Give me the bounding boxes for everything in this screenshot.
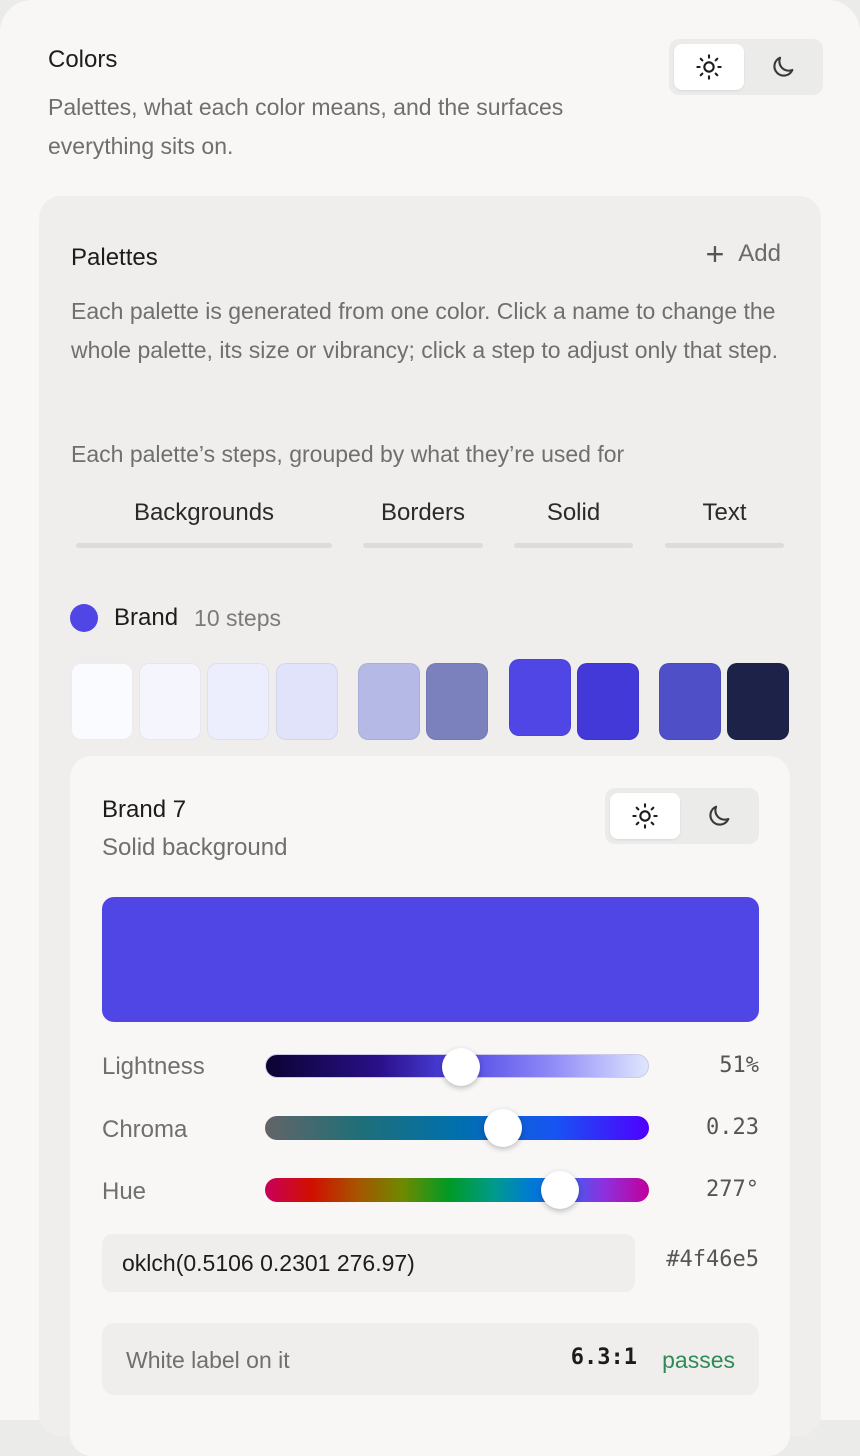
group-label-borders: Borders	[380, 499, 466, 526]
add-palette-button[interactable]: + Add	[705, 236, 781, 272]
brand-swatch-step-4[interactable]	[276, 663, 338, 740]
contrast-status: passes	[662, 1347, 735, 1373]
group-label-solid: Solid	[546, 499, 601, 526]
add-label: Add	[738, 240, 781, 267]
lightness-slider-thumb[interactable]	[441, 1048, 480, 1086]
group-bar-text	[665, 543, 784, 548]
lightness-value: 51%	[719, 1053, 759, 1078]
hue-slider[interactable]	[265, 1171, 649, 1209]
group-label-text: Text	[702, 499, 747, 526]
moon-icon	[709, 805, 730, 826]
hue-label: Hue	[102, 1178, 147, 1205]
group-label-backgrounds: Backgrounds	[133, 499, 275, 526]
hue-slider-thumb[interactable]	[541, 1171, 580, 1209]
plus-icon: +	[705, 236, 725, 272]
dark-mode-button[interactable]	[748, 44, 818, 90]
color-preview	[102, 897, 759, 1022]
group-bar-solid	[514, 543, 633, 548]
light-mode-button[interactable]	[674, 44, 744, 90]
brand-steps-count: 10 steps	[194, 604, 281, 631]
brand-swatch-step-9[interactable]	[659, 663, 721, 740]
lightness-slider[interactable]	[265, 1048, 649, 1086]
brand-swatch-step-6[interactable]	[426, 663, 488, 740]
page-subtitle: Palettes, what each color means, and the…	[48, 94, 564, 159]
group-bar-borders	[363, 543, 483, 548]
palettes-title: Palettes	[71, 244, 158, 271]
brand-swatch-step-8[interactable]	[577, 663, 639, 740]
brand-swatch-step-10[interactable]	[727, 663, 789, 740]
brand-palette-header[interactable]: Brand 10 steps	[70, 604, 281, 632]
group-bar-backgrounds	[76, 543, 332, 548]
groups-caption: Each palette’s steps, grouped by what th…	[71, 441, 625, 467]
brand-color-dot	[70, 604, 98, 632]
sun-icon	[696, 54, 722, 80]
contrast-ratio: 6.3:1	[570, 1345, 637, 1370]
chroma-slider[interactable]	[265, 1109, 649, 1147]
contrast-label: White label on it	[126, 1347, 290, 1373]
brand-swatch-step-1[interactable]	[71, 663, 133, 740]
hue-value: 277°	[706, 1177, 759, 1202]
step-editor-panel: Brand 7 Solid background Lightness 51% C…	[70, 756, 790, 1456]
step-dark-mode-button[interactable]	[684, 793, 754, 839]
step-subtitle: Solid background	[102, 834, 288, 861]
step-title: Brand 7	[102, 796, 187, 823]
hex-value[interactable]: #4f46e5	[666, 1247, 759, 1272]
chroma-slider-thumb[interactable]	[484, 1109, 523, 1147]
brand-swatch-step-7[interactable]	[509, 659, 571, 736]
lightness-label: Lightness	[102, 1053, 205, 1080]
brand-name[interactable]: Brand	[114, 604, 178, 632]
palettes-description: Each palette is generated from one color…	[71, 298, 778, 363]
oklch-input[interactable]	[102, 1234, 635, 1292]
colors-page: Colors Palettes, what each color means, …	[0, 0, 860, 1456]
chroma-label: Chroma	[102, 1116, 188, 1143]
brand-swatch-step-2[interactable]	[139, 663, 201, 740]
step-light-mode-button[interactable]	[610, 793, 680, 839]
brand-swatch-step-5[interactable]	[358, 663, 420, 740]
step-theme-toggle	[605, 788, 759, 844]
contrast-check-row: White label on it 6.3:1 passes	[102, 1323, 759, 1395]
brand-swatch-step-3[interactable]	[207, 663, 269, 740]
chroma-value: 0.23	[706, 1115, 759, 1140]
theme-toggle	[669, 39, 823, 95]
page-title: Colors	[48, 46, 118, 73]
moon-icon	[773, 56, 794, 77]
sun-icon	[632, 803, 658, 829]
